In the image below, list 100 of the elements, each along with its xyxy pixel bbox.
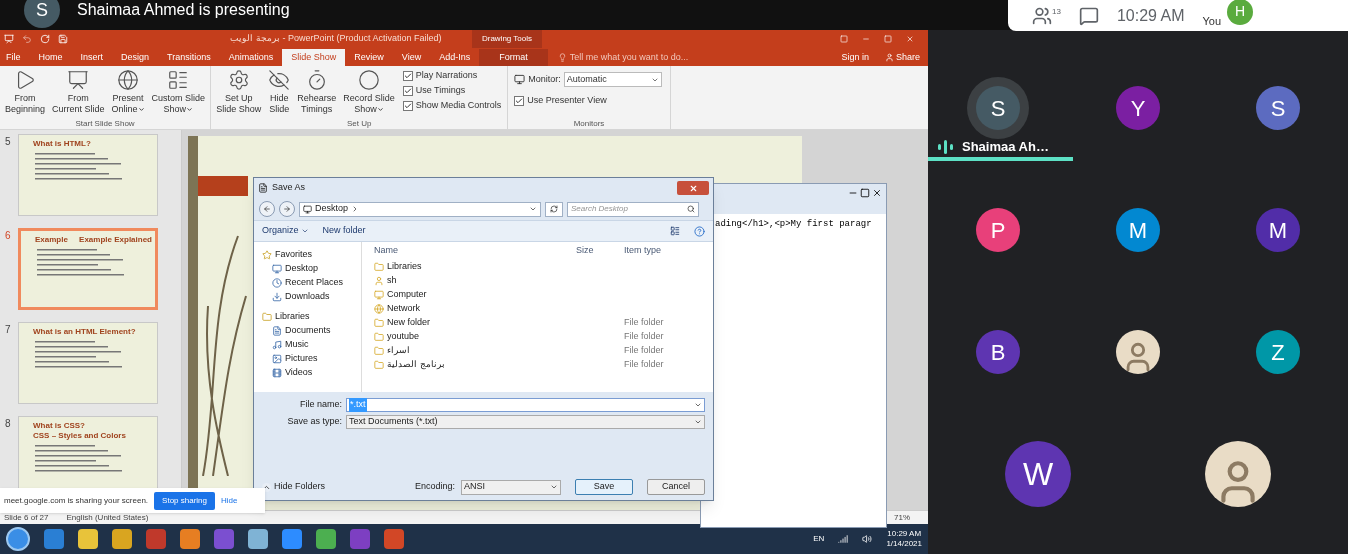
close-button[interactable]	[677, 181, 709, 195]
ribbon-button[interactable]: Custom Slide Show	[148, 66, 209, 118]
input-language[interactable]: EN	[813, 533, 825, 545]
file-type: File folder	[624, 330, 664, 344]
taskbar-app-icon[interactable]	[112, 529, 132, 549]
file-name[interactable]: اسراء	[387, 344, 410, 358]
nav-item[interactable]: Desktop	[285, 262, 319, 276]
chat-icon[interactable]	[1078, 5, 1099, 26]
organize-button[interactable]: Organize	[262, 224, 309, 238]
nav-item[interactable]: Downloads	[285, 290, 330, 304]
nav-group[interactable]: Libraries	[275, 310, 310, 324]
forward-button[interactable]	[279, 201, 295, 217]
ribbon-button[interactable]: Hide Slide	[265, 66, 294, 118]
checkbox[interactable]	[402, 70, 413, 81]
file-name[interactable]: youtube	[387, 330, 420, 344]
taskbar-date: 1/14/2021	[886, 539, 922, 549]
file-name[interactable]: sh	[387, 274, 397, 288]
ribbon-tab[interactable]: Review	[345, 49, 393, 66]
taskbar-app-icon[interactable]	[214, 529, 234, 549]
ribbon-tab[interactable]: Add-Ins	[430, 49, 480, 66]
stop-sharing-button[interactable]: Stop sharing	[154, 491, 215, 510]
document-icon	[258, 183, 268, 193]
ribbon-tab[interactable]: Format	[479, 49, 548, 66]
maximize-icon[interactable]	[860, 188, 870, 198]
checkbox[interactable]	[402, 85, 413, 96]
ribbon-tab[interactable]: View	[392, 49, 431, 66]
caret-icon	[529, 205, 537, 213]
ribbon-button-icon	[357, 69, 380, 91]
save-icon[interactable]	[58, 34, 68, 44]
redo-icon[interactable]	[40, 34, 50, 44]
minimize-icon[interactable]	[862, 35, 870, 43]
save-button[interactable]: Save	[575, 479, 633, 495]
undo-icon[interactable]	[22, 34, 32, 44]
nav-item[interactable]: Recent Places	[285, 276, 344, 290]
start-button[interactable]	[6, 527, 30, 551]
cancel-button[interactable]: Cancel	[647, 479, 705, 495]
ribbon-tab[interactable]: Transitions	[158, 49, 220, 66]
ribbon-tab[interactable]: File	[0, 49, 30, 66]
nav-item[interactable]: Music	[285, 338, 309, 352]
monitor-icon	[514, 74, 526, 85]
refresh-button[interactable]	[545, 201, 563, 217]
ribbon-tab[interactable]: Home	[29, 49, 72, 66]
file-name[interactable]: Network	[387, 302, 420, 316]
taskbar-app-icon[interactable]	[384, 529, 404, 549]
hide-button[interactable]: Hide	[221, 494, 238, 507]
taskbar-app-icon[interactable]	[146, 529, 166, 549]
ribbon-button[interactable]: Set Up Slide Show	[213, 66, 265, 118]
slide-thumbnail[interactable]: What is HTML?	[18, 134, 158, 216]
ribbon-button[interactable]: Present Online	[108, 66, 148, 118]
ribbon-button[interactable]: From Beginning	[2, 66, 49, 118]
file-type: File folder	[624, 358, 664, 372]
taskbar-app-icon[interactable]	[316, 529, 336, 549]
nav-item[interactable]: Videos	[285, 366, 313, 380]
checkbox[interactable]	[514, 95, 525, 106]
search-input[interactable]: Search Desktop	[571, 203, 687, 215]
column-header[interactable]: Item type	[624, 244, 684, 258]
taskbar-app-icon[interactable]	[282, 529, 302, 549]
folder-icon	[374, 318, 384, 328]
share-button[interactable]: Share	[895, 50, 920, 65]
close-icon[interactable]	[872, 188, 882, 198]
slide-thumbnail[interactable]: Example Example Explained	[18, 228, 158, 310]
volume-icon[interactable]	[862, 534, 873, 544]
search-field[interactable]: Search Desktop	[567, 201, 699, 217]
column-header[interactable]: Name	[372, 244, 576, 258]
ribbon-tab[interactable]: Design	[112, 49, 159, 66]
nav-item[interactable]: Documents	[285, 324, 331, 338]
file-name[interactable]: New folder	[387, 316, 431, 330]
ribbon-display-icon[interactable]	[840, 35, 848, 43]
slide-thumbnail[interactable]: What is an HTML Element?	[18, 322, 158, 404]
ribbon-button[interactable]: Record Slide Show	[340, 66, 398, 118]
view-icon[interactable]	[670, 226, 680, 236]
ribbon-button[interactable]: From Current Slide	[49, 66, 108, 118]
taskbar-app-icon[interactable]	[78, 529, 98, 549]
network-icon[interactable]	[838, 534, 849, 544]
back-button[interactable]	[259, 201, 275, 217]
sign-in-link[interactable]: Sign in	[833, 49, 877, 66]
nav-item[interactable]: Pictures	[285, 352, 318, 366]
help-icon[interactable]	[694, 225, 705, 237]
taskbar-app-icon[interactable]	[248, 529, 268, 549]
monitor-select[interactable]: Automatic	[563, 72, 662, 87]
file-name[interactable]: Libraries	[387, 260, 422, 274]
save-type-select[interactable]: Text Documents (*.txt)	[346, 415, 705, 429]
new-folder-button[interactable]: New folder	[322, 224, 366, 238]
people-icon[interactable]	[1032, 5, 1052, 26]
ribbon-button[interactable]: Rehearse Timings	[294, 66, 340, 118]
ribbon-tab[interactable]: Insert	[71, 49, 113, 66]
column-header[interactable]: Size	[576, 244, 624, 258]
ribbon-group-label: Set Up	[345, 118, 373, 129]
file-name[interactable]: Computer	[387, 288, 427, 302]
taskbar-app-icon[interactable]	[350, 529, 370, 549]
taskbar-app-icon[interactable]	[44, 529, 64, 549]
file-name[interactable]: برنامج الصدلية	[387, 358, 445, 372]
nav-group[interactable]: Favorites	[275, 248, 312, 262]
taskbar-app-icon[interactable]	[180, 529, 200, 549]
ribbon-tab[interactable]: Slide Show	[282, 49, 346, 66]
address-bar[interactable]: Desktop	[299, 201, 541, 217]
encoding-select[interactable]: ANSI	[461, 479, 561, 495]
ribbon-tab[interactable]: Animations	[219, 49, 283, 66]
checkbox[interactable]	[402, 100, 413, 111]
tell-me-field[interactable]: Tell me what you want to do...	[569, 50, 689, 65]
